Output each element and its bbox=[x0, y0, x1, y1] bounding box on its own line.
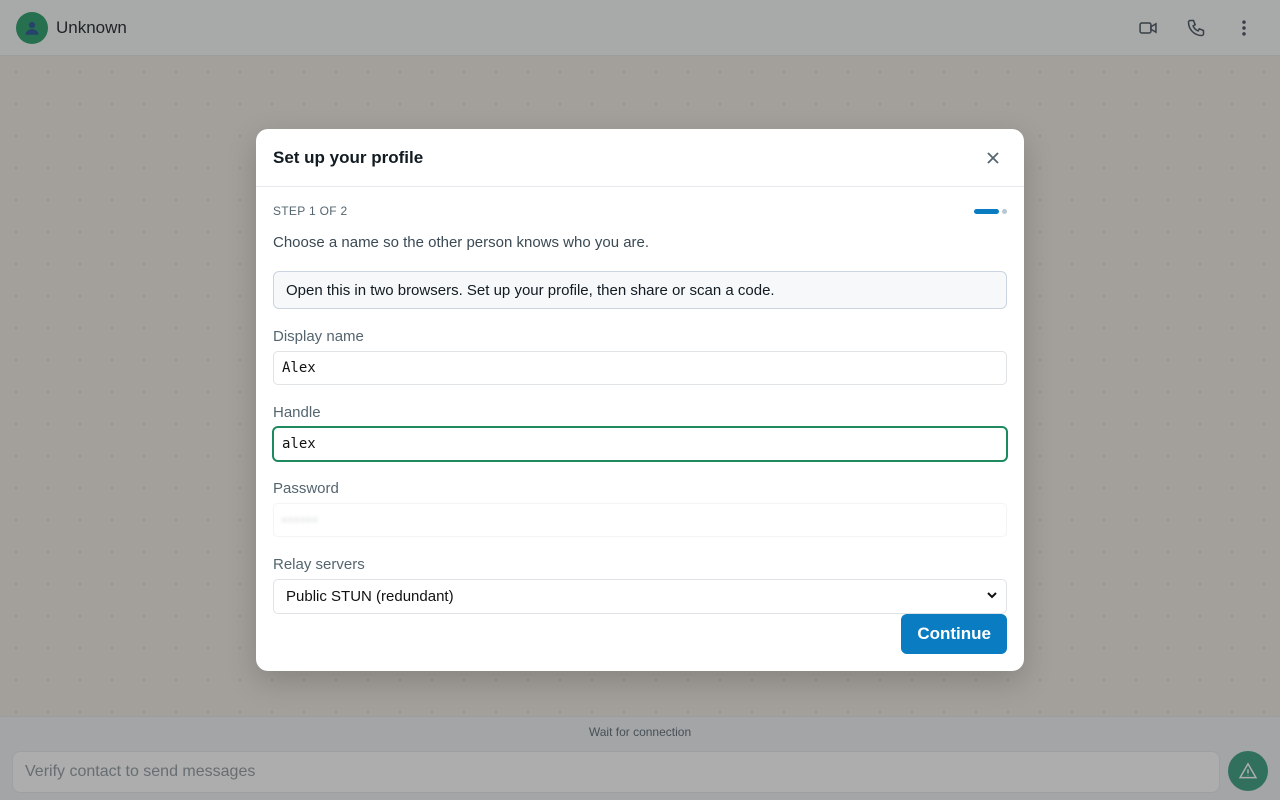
relay-servers-value: Public STUN (redundant) bbox=[286, 588, 454, 605]
step-dot-inactive bbox=[1002, 208, 1007, 214]
step-dot-active bbox=[974, 208, 999, 214]
dialog-body: STEP 1 OF 2 Choose a name so the other p… bbox=[256, 187, 1024, 614]
password-mask: •••••• bbox=[282, 513, 320, 527]
dialog-header: Set up your profile bbox=[256, 129, 1024, 187]
display-name-input[interactable] bbox=[273, 351, 1007, 385]
close-button[interactable] bbox=[977, 142, 1009, 174]
close-icon bbox=[987, 151, 999, 164]
display-name-label: Display name bbox=[273, 328, 364, 345]
password-label: Password bbox=[273, 480, 339, 497]
handle-label: Handle bbox=[273, 404, 321, 421]
handle-input[interactable] bbox=[273, 427, 1007, 461]
password-input[interactable]: •••••• bbox=[273, 503, 1007, 537]
profile-setup-dialog: Set up your profile STEP 1 OF 2 Choose a… bbox=[256, 129, 1024, 671]
continue-button[interactable]: Continue bbox=[901, 614, 1007, 654]
info-box: Open this in two browsers. Set up your p… bbox=[273, 271, 1007, 309]
relay-servers-label: Relay servers bbox=[273, 556, 365, 573]
step-indicator: STEP 1 OF 2 bbox=[273, 187, 1007, 233]
dialog-title: Set up your profile bbox=[273, 147, 424, 167]
dialog-footer: Continue bbox=[901, 614, 1007, 654]
step-progress bbox=[974, 208, 1007, 214]
intro-text: Choose a name so the other person knows … bbox=[273, 234, 650, 251]
relay-servers-select[interactable]: Public STUN (redundant) bbox=[273, 579, 1007, 614]
step-label: STEP 1 OF 2 bbox=[273, 204, 348, 218]
chevron-down-icon bbox=[986, 588, 998, 605]
